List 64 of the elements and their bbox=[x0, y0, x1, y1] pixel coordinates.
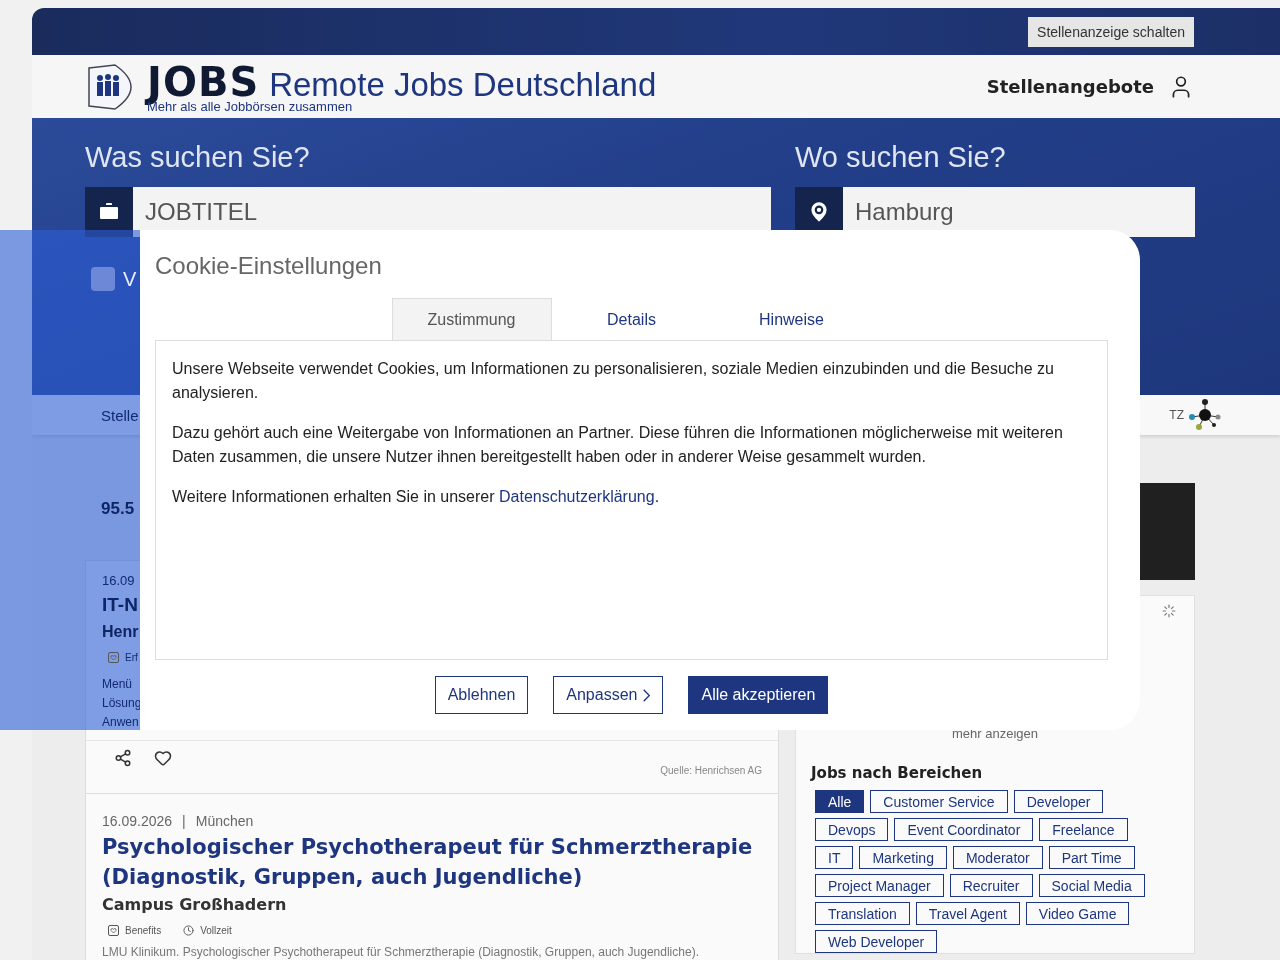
job-tag: Benefits bbox=[125, 924, 162, 936]
site-title: Remote Jobs Deutschland bbox=[269, 65, 657, 103]
category-tag[interactable]: IT bbox=[815, 846, 854, 869]
job-source: Quelle: Henrichsen AG bbox=[660, 765, 762, 776]
customize-button[interactable]: Anpassen bbox=[553, 676, 664, 714]
result-count: 95.5 bbox=[101, 499, 135, 518]
job-date: 16.09 bbox=[102, 572, 135, 590]
job-location: München bbox=[195, 812, 254, 831]
category-tag[interactable]: Travel Agent bbox=[915, 902, 1020, 925]
category-tag[interactable]: Event Coordinator bbox=[894, 818, 1034, 841]
dialog-tab[interactable]: Zustimmung bbox=[391, 298, 552, 340]
job-title-link[interactable]: Psychologischer Psychotherapeut für Schmerztherapie (Diagnostik, Gruppen, auch Jugendliche) bbox=[102, 832, 762, 892]
accept-all-button[interactable]: Alle akzeptieren bbox=[688, 676, 829, 714]
separator: | bbox=[182, 812, 186, 831]
reject-button[interactable]: Ablehnen bbox=[434, 676, 529, 714]
job-title-link[interactable]: IT-N bbox=[102, 591, 138, 619]
category-tag[interactable]: Video Game bbox=[1025, 902, 1130, 925]
chevron-icon bbox=[643, 688, 651, 702]
category-tag[interactable]: Moderator bbox=[952, 846, 1043, 869]
category-tag[interactable]: Translation bbox=[815, 902, 910, 925]
heart-icon[interactable] bbox=[154, 749, 172, 767]
category-tag[interactable]: Freelance bbox=[1039, 818, 1128, 841]
section-title: Jobs nach Bereichen bbox=[811, 763, 983, 784]
job-description: Anwen bbox=[102, 714, 139, 731]
category-tag[interactable]: Customer Service bbox=[870, 790, 1008, 813]
job-description: Menü bbox=[102, 676, 133, 693]
dialog-paragraph: Unsere Webseite verwendet Cookies, um Informationen zu personalisieren, soziale Medien einzubinden und die Besuche zu analysieren. bbox=[172, 359, 1055, 403]
job-tag: Vollzeit bbox=[200, 924, 232, 936]
job-tag: Erf bbox=[125, 651, 138, 663]
nav-link[interactable]: Stellenangebote bbox=[986, 76, 1154, 97]
category-tag[interactable]: Devops bbox=[815, 818, 889, 841]
search-label: Was suchen Sie? bbox=[85, 141, 310, 173]
share-icon[interactable] bbox=[114, 749, 132, 767]
location-field[interactable]: Hamburg bbox=[843, 187, 1195, 237]
category-tag[interactable]: Developer bbox=[1013, 790, 1104, 813]
network-logo-icon bbox=[1188, 398, 1222, 432]
job-date: 16.09.2026 bbox=[102, 812, 173, 831]
job-description: LMU Klinikum. Psychologischer Psychotherapeut für Schmerztherapie (Diagnostik, Gruppen, auch Jugendliche). bbox=[102, 944, 699, 960]
dialog-paragraph: Dazu gehört auch eine Weitergabe von Informationen an Partner. Diese führen die Informationen möglicherweise mit weiteren Daten zusammen, die unsere Nutzer ihnen bereitgestellt haben oder in anderer Weise gesammelt wurden. bbox=[172, 423, 1064, 467]
category-tag[interactable]: Marketing bbox=[859, 846, 947, 869]
company-name: Campus Großhadern bbox=[102, 894, 287, 916]
dialog-paragraph: Weitere Informationen erhalten Sie in unserer Datenschutzerklärung. bbox=[172, 487, 661, 507]
category-tag[interactable]: Web Developer bbox=[815, 930, 938, 953]
logo-icon bbox=[85, 61, 133, 112]
spinner-icon bbox=[1162, 604, 1176, 618]
heart-box-icon bbox=[108, 924, 119, 936]
checkbox[interactable] bbox=[91, 267, 115, 291]
search-label: Wo suchen Sie? bbox=[795, 141, 1006, 173]
category-tag[interactable]: Project Manager bbox=[815, 874, 944, 897]
category-tag[interactable]: Social Media bbox=[1038, 874, 1145, 897]
partner-logo-text: TZ bbox=[1169, 408, 1184, 422]
category-tag[interactable]: Recruiter bbox=[949, 874, 1033, 897]
clock-icon bbox=[183, 924, 195, 936]
category-tag[interactable]: Alle bbox=[815, 790, 865, 813]
dialog-title: Cookie-Einstellungen bbox=[155, 252, 382, 280]
dialog-tab[interactable]: Hinweise bbox=[711, 298, 872, 340]
post-job-button[interactable]: Stellenanzeige schalten bbox=[1028, 17, 1194, 47]
heart-box-icon bbox=[108, 651, 119, 663]
category-tag[interactable]: Part Time bbox=[1048, 846, 1135, 869]
nav-item[interactable]: Stelle bbox=[101, 406, 139, 424]
dialog-tab[interactable]: Details bbox=[551, 298, 712, 340]
company-name: Henr bbox=[102, 622, 139, 642]
privacy-link[interactable]: Datenschutzerklärung bbox=[499, 488, 655, 505]
checkbox-label: V bbox=[123, 267, 137, 291]
